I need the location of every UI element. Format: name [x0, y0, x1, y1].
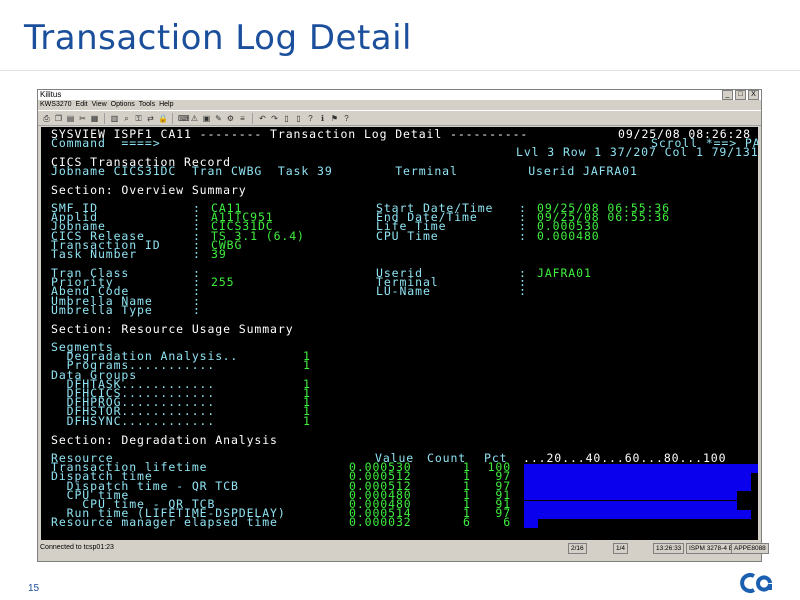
overview-label: LU-Name — [376, 284, 431, 299]
maximize-button[interactable]: □ — [735, 90, 746, 100]
degradation-resource: Resource manager elapsed time — [51, 515, 278, 530]
colon: : — [519, 284, 527, 299]
overview-value-text: 39 — [211, 247, 227, 261]
degradation-bar — [524, 509, 751, 519]
degradation-pct: 6 — [503, 515, 512, 530]
section-degradation-title: Section: Degradation Analysis — [51, 433, 278, 447]
menu-options[interactable]: Options — [111, 100, 135, 110]
degradation-bar — [524, 518, 539, 528]
terminal-screen[interactable]: SYSVIEW ISPF1 CA11 -------- Transaction … — [41, 127, 758, 540]
close-button[interactable]: X — [748, 90, 759, 100]
window-title: Kilitus — [40, 90, 62, 99]
overview-label: Task Number — [51, 247, 138, 261]
menu-bar: KWS3270 Edit View Options Tools Help — [38, 100, 761, 110]
overview-label: Umbrella Type — [51, 302, 153, 317]
degradation-bar — [524, 472, 751, 482]
menu-edit[interactable]: Edit — [76, 100, 88, 110]
key-icon[interactable]: ⚿ — [134, 114, 143, 123]
usage-dots: .. — [222, 349, 239, 364]
overview-label: CPU Time — [376, 228, 439, 243]
overview-value-text: JAFRA01 — [537, 266, 592, 280]
copy-icon[interactable]: ❐ — [54, 114, 63, 123]
status-bar: Connected to tcsp01:23 2/16 1/4 13:26:33… — [38, 541, 769, 561]
status-field-terminal: ISPM 3278-4 E — [686, 543, 737, 554]
undo-icon[interactable]: ↶ — [258, 114, 267, 123]
list-icon[interactable]: ≡ — [238, 114, 247, 123]
slide-title: Transaction Log Detail — [24, 18, 413, 58]
title-divider — [0, 70, 800, 71]
toolbar-separator — [104, 112, 105, 124]
help-icon[interactable]: ? — [306, 114, 315, 123]
status-field-session: APPE8088 — [731, 543, 769, 554]
menu-view[interactable]: View — [92, 100, 107, 110]
overview-value-text: 255 — [211, 275, 235, 290]
section-usage-title: Section: Resource Usage Summary — [51, 322, 294, 336]
column-header-count: Count — [427, 451, 467, 465]
macro-icon[interactable]: ▦ — [90, 114, 99, 123]
transfer-icon[interactable]: ⇄ — [146, 114, 155, 123]
keyboard-icon[interactable]: ⌨ — [178, 114, 190, 123]
colon: : — [519, 228, 527, 243]
info-icon[interactable]: ℹ — [318, 114, 327, 123]
command-label: Command ====> — [51, 136, 161, 150]
menu-tools[interactable]: Tools — [139, 100, 155, 110]
search-icon[interactable]: ⌕ — [122, 114, 131, 123]
overview-value: : — [193, 247, 201, 261]
degradation-bar — [524, 500, 737, 510]
page-icon[interactable]: ▯ — [294, 114, 303, 123]
degradation-bar — [524, 463, 758, 473]
overview-value-text: 0.000480 — [537, 228, 600, 243]
edit-icon[interactable]: ✎ — [214, 114, 223, 123]
usage-dots: ............ — [121, 413, 216, 428]
save-icon[interactable]: ▣ — [202, 114, 211, 123]
print-icon[interactable]: ⎙ — [42, 114, 51, 123]
colon: : — [193, 302, 201, 317]
column-header-scale: ...20...40...60...80...100 — [523, 451, 727, 465]
redo-icon[interactable]: ↷ — [270, 114, 279, 123]
slide-number: 15 — [28, 583, 40, 594]
alert-icon[interactable]: ⚠ — [190, 114, 199, 123]
emulator-window: Kilitus _ □ X KWS3270 Edit View Options … — [37, 89, 769, 562]
help-icon[interactable]: ? — [342, 114, 351, 123]
ca-logo-icon — [740, 573, 772, 593]
menu-help[interactable]: Help — [159, 100, 173, 110]
degradation-value: 0.000032 — [349, 515, 412, 530]
minimize-button[interactable]: _ — [722, 90, 733, 100]
toolbar-separator — [172, 112, 173, 124]
status-field-cursor: 2/16 — [568, 543, 587, 554]
usage-label: DFHSYNC — [51, 413, 122, 428]
lock-icon[interactable]: 🔒 — [158, 114, 168, 123]
degradation-bar — [524, 491, 737, 501]
record-line: Jobname CICS31DC Tran CWBG Task 39 Termi… — [51, 164, 638, 178]
status-field-time: 13:26:33 — [653, 543, 685, 554]
toolbar: ⎙ ❐ ▤ ✂ ▦ ▥ ⌕ ⚿ ⇄ 🔒 ⌨ ⚠ ▣ ✎ ⚙ ≡ ↶ ↷ ▯ ▯? ℹ ⚑? — [38, 110, 761, 126]
usage-value: 1 — [303, 358, 311, 373]
row-col-indicator: Lvl 3 Row 1 37/207 Col 1 79/131 — [516, 145, 758, 159]
connection-status: Connected to tcsp01:23 — [40, 544, 114, 551]
table-icon[interactable]: ▥ — [110, 114, 119, 123]
status-field-page: 1/4 — [613, 543, 629, 554]
degradation-count: 6 — [463, 515, 471, 530]
section-overview-title: Section: Overview Summary — [51, 183, 247, 197]
settings-icon[interactable]: ⚙ — [226, 114, 235, 123]
page-icon[interactable]: ▯ — [282, 114, 291, 123]
toolbar-separator — [252, 112, 253, 124]
flag-icon[interactable]: ⚑ — [330, 114, 339, 123]
window-titlebar: Kilitus _ □ X — [38, 90, 761, 100]
cut-icon[interactable]: ✂ — [78, 114, 87, 123]
usage-dots: ........... — [129, 358, 216, 373]
usage-value: 1 — [303, 413, 311, 428]
menu-kws3270[interactable]: KWS3270 — [40, 100, 72, 110]
degradation-bar — [524, 482, 751, 492]
paste-icon[interactable]: ▤ — [66, 114, 75, 123]
